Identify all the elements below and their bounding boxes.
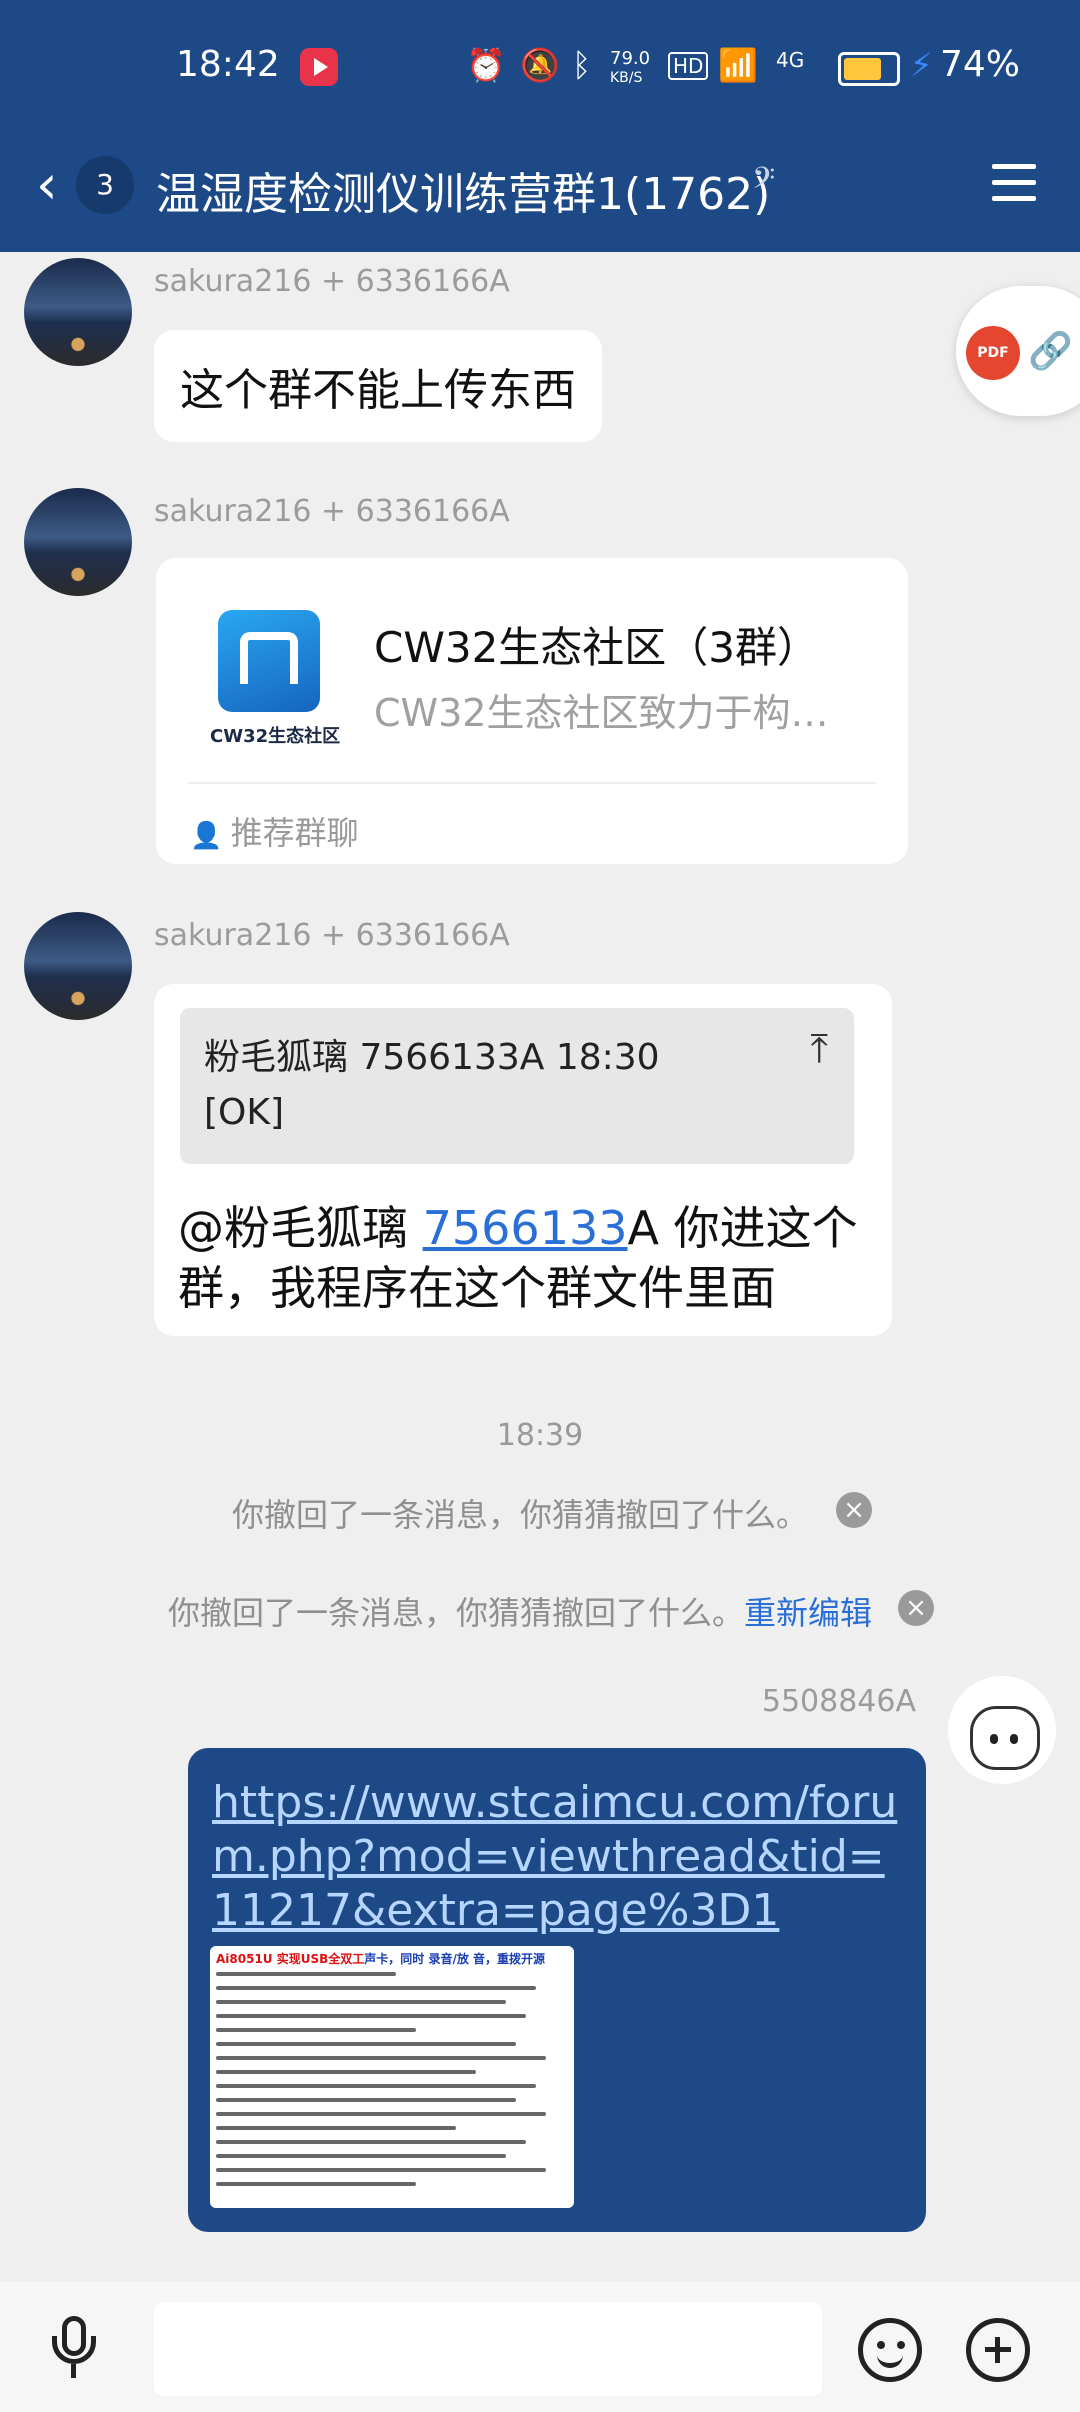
avatar[interactable] <box>24 912 132 1020</box>
cat-face-icon <box>970 1706 1040 1770</box>
message-input[interactable] <box>154 2302 822 2396</box>
preview-line <box>216 2070 476 2074</box>
my-message-bubble[interactable]: https://www.stcaimcu.com/forum.php?mod=v… <box>188 1748 926 2232</box>
app-icon <box>300 48 338 86</box>
eye-icon <box>1010 1734 1018 1744</box>
quote-header: 粉毛狐璃 7566133A 18:30 <box>204 1037 660 1078</box>
card-footer-label: 推荐群聊 <box>230 814 359 852</box>
ear-icon[interactable]: 𝄢 <box>752 162 775 204</box>
link-preview-image[interactable]: Ai8051U 实现USB全双工声卡，同时 录音/放 音，重拨开源 <box>210 1946 574 2208</box>
preview-line <box>216 2168 546 2172</box>
re-edit-link[interactable]: 重新编辑 <box>744 1594 872 1632</box>
signal-icon: 4G <box>776 48 805 72</box>
eye-icon <box>990 1734 998 1744</box>
sender-name: sakura216 + 6336166A <box>154 494 510 529</box>
wifi-icon: 📶 <box>718 46 758 84</box>
number-link[interactable]: 7566133 <box>423 1201 628 1255</box>
time-divider: 18:39 <box>496 1418 584 1453</box>
preview-line <box>216 2042 516 2046</box>
preview-line <box>216 2098 516 2102</box>
battery-percent: 74% <box>940 44 1021 85</box>
preview-line <box>216 2084 536 2088</box>
chat-header: ‹ 3 温湿度检测仪训练营群1(1762) 𝄢 <box>0 150 1080 222</box>
net-speed: 79.0 KB/S <box>610 48 651 87</box>
unread-badge[interactable]: 3 <box>76 156 134 214</box>
card-title: CW32生态社区（3群） <box>374 623 820 672</box>
mention[interactable]: @粉毛狐璃 <box>178 1201 423 1255</box>
preview-line <box>216 2000 506 2004</box>
plus-icon[interactable] <box>966 2318 1030 2382</box>
my-name: 5508846A <box>761 1684 916 1719</box>
preview-line <box>216 2056 546 2060</box>
battery-icon <box>838 52 900 86</box>
recall-notice: 你撤回了一条消息，你猜猜撤回了什么。重新编辑 <box>168 1588 872 1634</box>
close-icon[interactable]: × <box>898 1590 934 1626</box>
battery-fill <box>844 58 881 80</box>
alarm-icon: ⏰ <box>466 46 506 84</box>
microphone-icon[interactable] <box>44 2316 104 2380</box>
hd-icon: HD <box>668 52 709 80</box>
mute-icon: 🔕 <box>520 46 560 84</box>
bluetooth-icon: ᛒ <box>572 46 592 84</box>
card-footer: 👤 推荐群聊 <box>190 808 359 854</box>
close-icon[interactable]: × <box>836 1492 872 1528</box>
preview-title-b: 声卡，同时 录音/放 音，重拨开源 <box>364 1952 546 1966</box>
emoji-icon[interactable] <box>858 2318 922 2382</box>
floating-pdf-widget[interactable]: PDF 🔗 <box>956 286 1080 416</box>
jump-up-icon[interactable]: ⤒ <box>810 1026 828 1072</box>
preview-line <box>216 2182 416 2186</box>
avatar[interactable] <box>24 488 132 596</box>
card-description: CW32生态社区致力于构建武... <box>374 691 854 735</box>
preview-line <box>216 2140 526 2144</box>
quote-body: [OK] <box>204 1092 285 1133</box>
recall-notice: 你撤回了一条消息，你猜猜撤回了什么。 <box>232 1496 809 1534</box>
cw32-logo-icon <box>218 610 320 712</box>
preview-line <box>216 1986 536 1990</box>
preview-line <box>216 2014 526 2018</box>
preview-line <box>216 2126 456 2130</box>
avatar[interactable] <box>24 258 132 366</box>
preview-line <box>216 2112 546 2116</box>
recall-text: 你撤回了一条消息，你猜猜撤回了什么。 <box>168 1594 745 1632</box>
sender-name: sakura216 + 6336166A <box>154 918 510 953</box>
person-icon: 👤 <box>190 821 231 851</box>
quoted-message[interactable]: 粉毛狐璃 7566133A 18:30 [OK] ⤒ <box>180 1008 854 1164</box>
back-arrow-icon[interactable]: ‹ <box>36 158 58 212</box>
preview-line <box>216 1972 396 1976</box>
preview-line <box>216 2028 416 2032</box>
preview-title: Ai8051U 实现USB全双工声卡，同时 录音/放 音，重拨开源 <box>216 1950 545 1967</box>
message-bubble[interactable]: 这个群不能上传东西 <box>154 330 602 442</box>
input-bar <box>0 2282 1080 2412</box>
group-card[interactable]: CW32生态社区 CW32生态社区（3群） CW32生态社区致力于构建武... … <box>156 558 908 864</box>
pdf-icon[interactable]: PDF <box>966 326 1020 380</box>
reply-text: @粉毛狐璃 7566133A 你进这个群，我程序在这个群文件里面 <box>178 1198 858 1318</box>
clock: 18:42 <box>176 44 280 85</box>
my-avatar[interactable] <box>948 1676 1056 1784</box>
divider <box>188 782 876 784</box>
preview-line <box>216 2154 506 2158</box>
reply-bubble[interactable]: 粉毛狐璃 7566133A 18:30 [OK] ⤒ @粉毛狐璃 7566133… <box>154 984 892 1336</box>
preview-title-a: Ai8051U 实现USB全双工 <box>216 1952 365 1966</box>
card-logo-label: CW32生态社区 <box>210 726 341 747</box>
top-bar: 18:42 ⏰ 🔕 ᛒ 79.0 KB/S HD 📶 4G ⚡ 74% ‹ 3 温… <box>0 0 1080 252</box>
charging-icon: ⚡ <box>910 46 933 84</box>
sender-name: sakura216 + 6336166A <box>154 264 510 299</box>
menu-icon[interactable] <box>992 164 1036 202</box>
link-icon[interactable]: 🔗 <box>1028 330 1073 372</box>
url-link[interactable]: https://www.stcaimcu.com/forum.php?mod=v… <box>212 1776 902 1938</box>
status-bar: 18:42 ⏰ 🔕 ᛒ 79.0 KB/S HD 📶 4G ⚡ 74% <box>0 44 1080 100</box>
chat-title: 温湿度检测仪训练营群1(1762) <box>156 169 771 220</box>
